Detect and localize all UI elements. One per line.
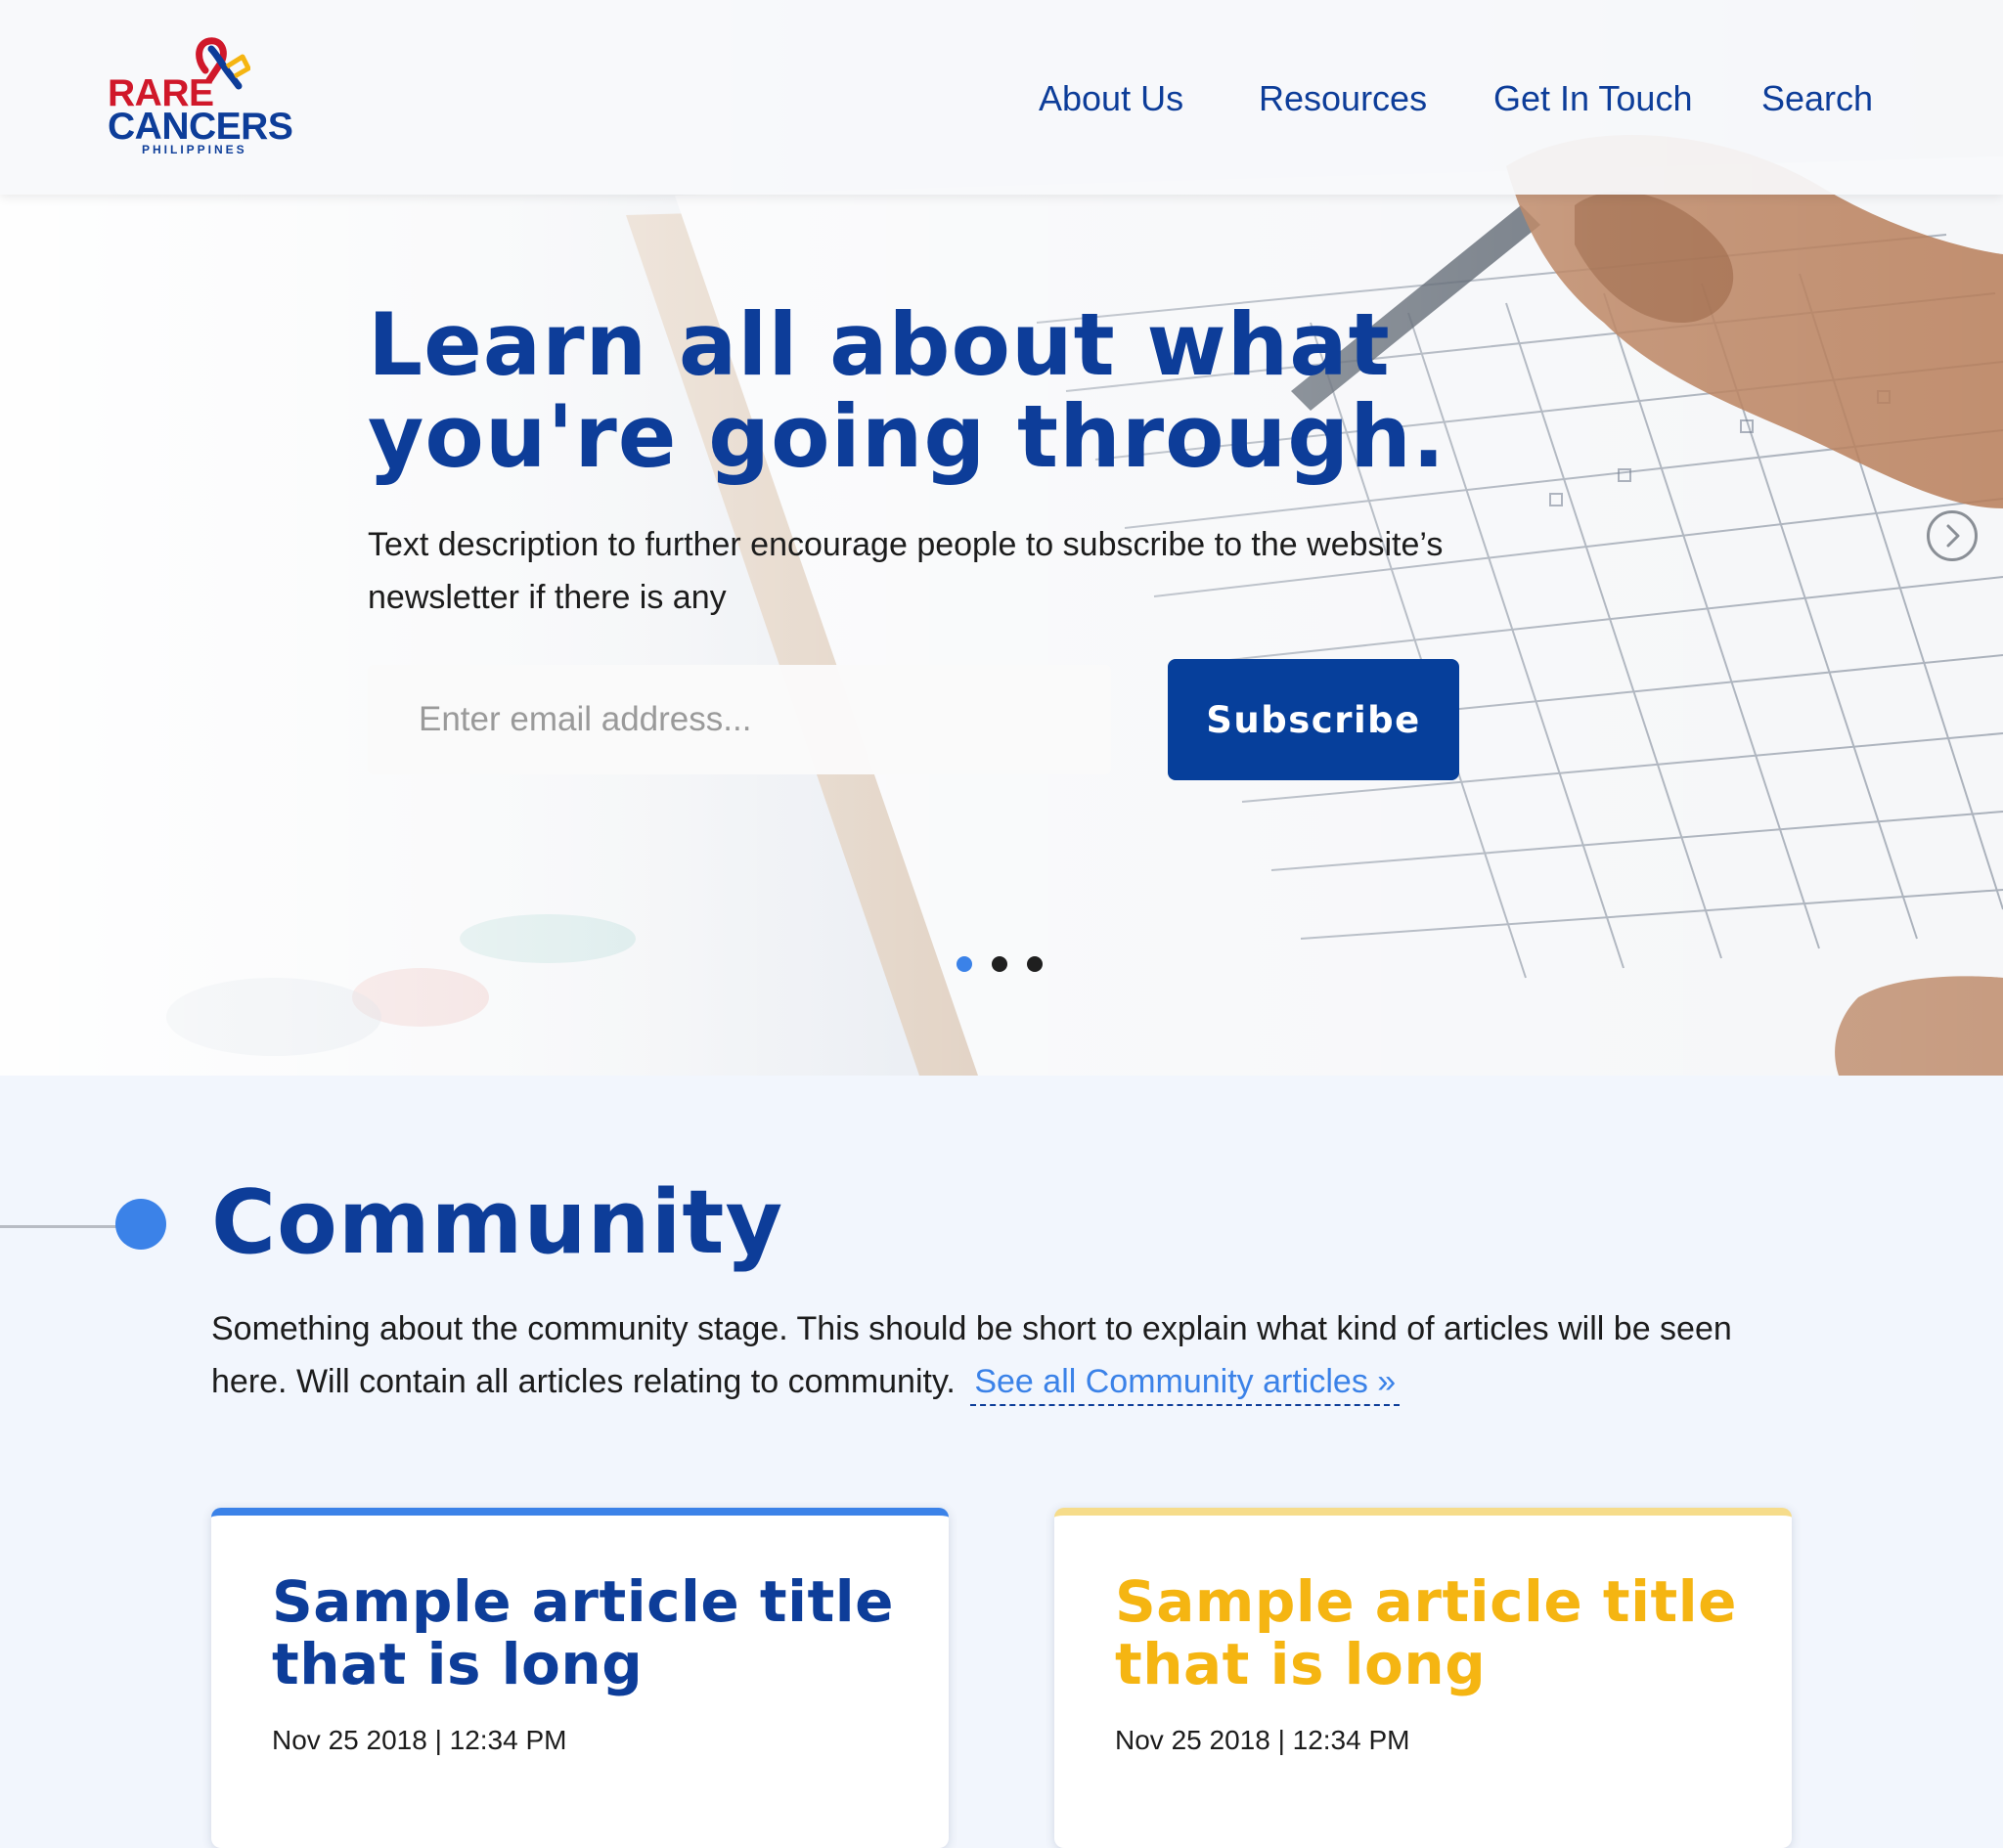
nav-about-us[interactable]: About Us [1039, 76, 1183, 121]
site-logo[interactable]: RARE CANCERS PHILIPPINES [106, 37, 301, 162]
hero-description: Text description to further encourage pe… [368, 526, 1444, 616]
carousel-next-button[interactable] [1927, 510, 1978, 561]
nav-get-in-touch[interactable]: Get In Touch [1493, 76, 1692, 121]
article-card-2[interactable]: Sample article title that is long Nov 25… [1054, 1508, 1792, 1848]
hero-title: Learn all about what you're going throug… [368, 294, 1447, 487]
subscribe-button[interactable]: Subscribe [1168, 659, 1459, 780]
email-input[interactable] [368, 665, 1111, 774]
article-title[interactable]: Sample article title that is long [1115, 1570, 1760, 1695]
carousel-dot-2[interactable] [992, 956, 1007, 972]
article-date: Nov 25 2018 | 12:34 PM [1115, 1725, 1410, 1755]
nav-search[interactable]: Search [1761, 76, 1873, 121]
logo-text-cancers: CANCERS [108, 106, 293, 148]
nav-resources[interactable]: Resources [1259, 76, 1427, 121]
section-description: Something about the community stage. Thi… [211, 1302, 1815, 1408]
section-timeline-dot [115, 1199, 166, 1250]
carousel-dots [957, 956, 1043, 972]
section-timeline-line [0, 1225, 119, 1228]
site-header: RARE CANCERS PHILIPPINES About Us Resour… [0, 0, 2003, 195]
chevron-right-icon [1946, 524, 1960, 548]
logo-text-philippines: PHILIPPINES [142, 143, 247, 156]
article-title[interactable]: Sample article title that is long [272, 1570, 917, 1695]
carousel-dot-3[interactable] [1027, 956, 1043, 972]
article-date: Nov 25 2018 | 12:34 PM [272, 1725, 567, 1755]
see-all-community-link[interactable]: See all Community articles » [970, 1363, 1401, 1406]
carousel-dot-1[interactable] [957, 956, 972, 972]
section-title: Community [211, 1171, 784, 1274]
article-card-1[interactable]: Sample article title that is long Nov 25… [211, 1508, 949, 1848]
